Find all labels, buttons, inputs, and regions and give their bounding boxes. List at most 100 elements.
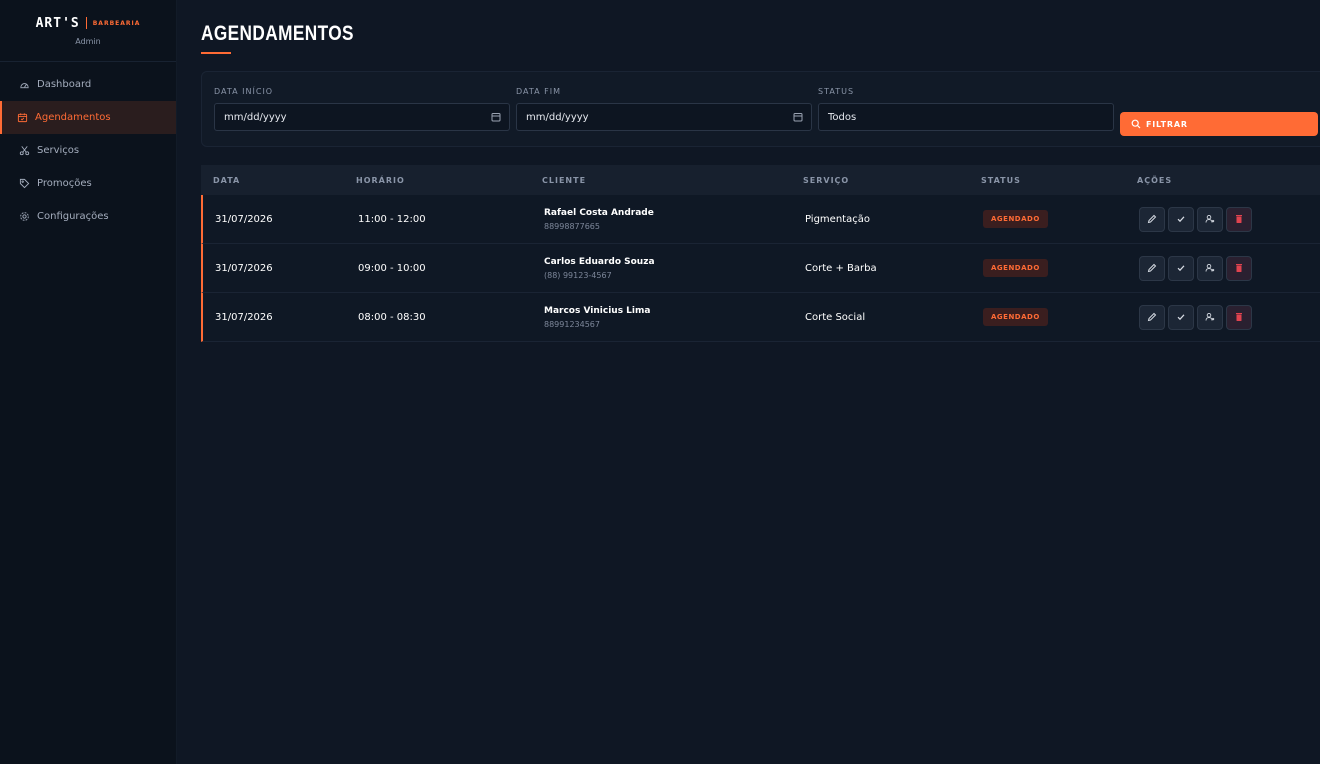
cell-date: 31/07/2026 bbox=[215, 213, 273, 225]
main-content: AGENDAMENTOS DATA INÍCIO mm/dd/yyyy DATA… bbox=[177, 0, 1320, 764]
header-actions: AÇÕES bbox=[1137, 175, 1173, 185]
brand-role: Admin bbox=[75, 36, 101, 46]
start-date-label: DATA INÍCIO bbox=[214, 87, 274, 96]
end-date-input[interactable]: mm/dd/yyyy bbox=[516, 103, 812, 131]
sidebar-nav: Dashboard Agendamentos Serviços Promoçõe… bbox=[0, 62, 176, 233]
cell-status: AGENDADO bbox=[983, 308, 1139, 326]
sidebar-item-servicos[interactable]: Serviços bbox=[0, 134, 176, 167]
title-underline bbox=[201, 52, 231, 54]
status-select[interactable]: Todos bbox=[818, 103, 1114, 131]
cell-status: AGENDADO bbox=[983, 259, 1139, 277]
table-header: DATA HORÁRIO CLIENTE SERVIÇO STATUS AÇÕE… bbox=[201, 165, 1320, 195]
client-phone: (88) 99123-4567 bbox=[544, 270, 612, 280]
client-phone: 88991234567 bbox=[544, 319, 600, 329]
brand-name: ART'S bbox=[35, 15, 80, 31]
status-badge: AGENDADO bbox=[983, 210, 1048, 228]
end-date-field: DATA FIM mm/dd/yyyy bbox=[516, 87, 812, 146]
calendar-picker-icon[interactable] bbox=[793, 112, 803, 122]
header-date: DATA bbox=[213, 175, 241, 185]
sidebar: ART'S BARBEARIA Admin Dashboard Agendame… bbox=[0, 0, 177, 764]
end-date-value: mm/dd/yyyy bbox=[526, 111, 589, 123]
check-icon bbox=[1177, 216, 1185, 223]
edit-button[interactable] bbox=[1139, 206, 1165, 232]
status-badge: AGENDADO bbox=[983, 308, 1048, 326]
delete-button[interactable] bbox=[1226, 304, 1252, 330]
no-show-button[interactable] bbox=[1197, 304, 1223, 330]
sidebar-item-label: Serviços bbox=[37, 145, 80, 156]
start-date-value: mm/dd/yyyy bbox=[224, 111, 287, 123]
sidebar-item-label: Promoções bbox=[37, 178, 92, 189]
app-root: ART'S BARBEARIA Admin Dashboard Agendame… bbox=[0, 0, 1320, 764]
confirm-button[interactable] bbox=[1168, 206, 1194, 232]
status-badge: AGENDADO bbox=[983, 259, 1048, 277]
client-name: Rafael Costa Andrade bbox=[544, 207, 654, 218]
cell-time: 09:00 - 10:00 bbox=[358, 262, 426, 274]
user-x-icon bbox=[1205, 312, 1215, 321]
confirm-button[interactable] bbox=[1168, 304, 1194, 330]
start-date-field: DATA INÍCIO mm/dd/yyyy bbox=[214, 87, 510, 146]
sidebar-item-label: Agendamentos bbox=[35, 112, 111, 123]
cell-status: AGENDADO bbox=[983, 210, 1139, 228]
row-actions bbox=[1139, 255, 1320, 281]
delete-button[interactable] bbox=[1226, 255, 1252, 281]
pencil-icon bbox=[1147, 263, 1157, 273]
brand-row: ART'S BARBEARIA bbox=[36, 16, 141, 31]
page-title: AGENDAMENTOS bbox=[201, 22, 354, 45]
sidebar-item-promocoes[interactable]: Promoções bbox=[0, 167, 176, 200]
calendar-icon bbox=[17, 112, 28, 123]
trash-icon bbox=[1236, 264, 1242, 272]
header-service: SERVIÇO bbox=[803, 175, 850, 185]
filter-button-label: FILTRAR bbox=[1146, 119, 1188, 129]
cell-client: Marcos Vinicius Lima 88991234567 bbox=[544, 306, 805, 329]
start-date-input[interactable]: mm/dd/yyyy bbox=[214, 103, 510, 131]
end-date-label: DATA FIM bbox=[516, 87, 562, 96]
brand: ART'S BARBEARIA Admin bbox=[0, 0, 176, 62]
no-show-button[interactable] bbox=[1197, 206, 1223, 232]
filter-button[interactable]: FILTRAR bbox=[1120, 112, 1318, 136]
table-row: 31/07/2026 08:00 - 08:30 Marcos Vinicius… bbox=[201, 293, 1320, 342]
sidebar-item-configuracoes[interactable]: Configurações bbox=[0, 200, 176, 233]
pencil-icon bbox=[1147, 312, 1157, 322]
table-row: 31/07/2026 09:00 - 10:00 Carlos Eduardo … bbox=[201, 244, 1320, 293]
confirm-button[interactable] bbox=[1168, 255, 1194, 281]
no-show-button[interactable] bbox=[1197, 255, 1223, 281]
client-name: Carlos Eduardo Souza bbox=[544, 256, 655, 267]
status-label: STATUS bbox=[818, 87, 855, 96]
cell-date: 31/07/2026 bbox=[215, 262, 273, 274]
cell-client: Carlos Eduardo Souza (88) 99123-4567 bbox=[544, 257, 805, 280]
user-x-icon bbox=[1205, 214, 1215, 223]
sidebar-item-dashboard[interactable]: Dashboard bbox=[0, 68, 176, 101]
edit-button[interactable] bbox=[1139, 255, 1165, 281]
search-icon bbox=[1131, 119, 1141, 129]
header-time: HORÁRIO bbox=[356, 175, 405, 185]
tag-icon bbox=[19, 178, 30, 189]
scissors-icon bbox=[19, 145, 30, 156]
sidebar-item-label: Configurações bbox=[37, 211, 109, 222]
cell-client: Rafael Costa Andrade 88998877665 bbox=[544, 208, 805, 231]
cell-time: 11:00 - 12:00 bbox=[358, 213, 426, 225]
row-actions bbox=[1139, 206, 1320, 232]
cell-time: 08:00 - 08:30 bbox=[358, 311, 426, 323]
cell-service: Corte + Barba bbox=[805, 262, 877, 274]
cell-service: Pigmentação bbox=[805, 213, 870, 225]
header-client: CLIENTE bbox=[542, 175, 587, 185]
filter-panel: DATA INÍCIO mm/dd/yyyy DATA FIM mm/dd/yy… bbox=[201, 71, 1320, 147]
header-status: STATUS bbox=[981, 175, 1021, 185]
client-name: Marcos Vinicius Lima bbox=[544, 305, 651, 316]
edit-button[interactable] bbox=[1139, 304, 1165, 330]
check-icon bbox=[1177, 314, 1185, 321]
status-field: STATUS Todos bbox=[818, 87, 1114, 146]
status-select-value: Todos bbox=[828, 111, 857, 123]
sidebar-item-label: Dashboard bbox=[37, 79, 92, 90]
cell-service: Corte Social bbox=[805, 311, 866, 323]
cell-date: 31/07/2026 bbox=[215, 311, 273, 323]
delete-button[interactable] bbox=[1226, 206, 1252, 232]
brand-subtitle: BARBEARIA bbox=[92, 19, 141, 27]
table-row: 31/07/2026 11:00 - 12:00 Rafael Costa An… bbox=[201, 195, 1320, 244]
pencil-icon bbox=[1147, 214, 1157, 224]
trash-icon bbox=[1236, 215, 1242, 223]
gauge-icon bbox=[19, 79, 30, 90]
sidebar-item-agendamentos[interactable]: Agendamentos bbox=[0, 101, 176, 134]
calendar-picker-icon[interactable] bbox=[491, 112, 501, 122]
gear-icon bbox=[19, 211, 30, 222]
